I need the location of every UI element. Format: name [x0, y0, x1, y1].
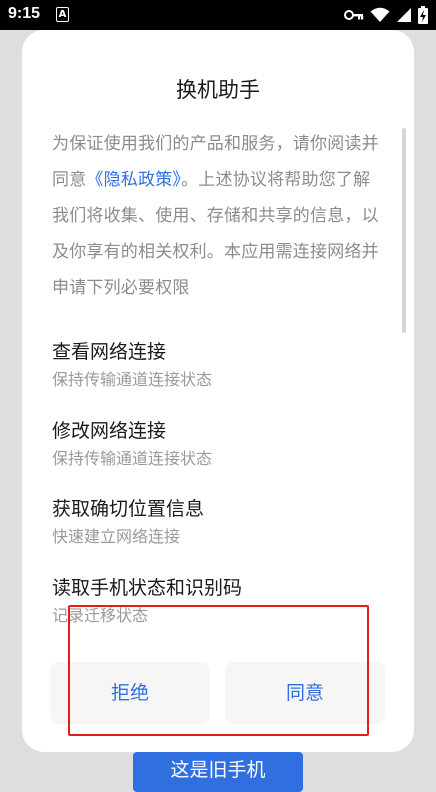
signal-icon [397, 8, 411, 22]
permission-title: 查看网络连接 [52, 341, 167, 363]
dialog-button-row: 拒绝 同意 [22, 662, 414, 724]
permission-item: 读取手机状态和识别码 记录迁移状态 [52, 574, 382, 628]
privacy-dialog: 换机助手 为保证使用我们的产品和服务，请你阅读并同意《隐私政策》。上述协议将帮助… [22, 30, 414, 752]
old-phone-button[interactable]: 这是旧手机 [133, 752, 303, 792]
intro-text: 为保证使用我们的产品和服务，请你阅读并同意《隐私政策》。上述协议将帮助您了解我们… [52, 126, 384, 306]
dialog-scroll-area[interactable]: 为保证使用我们的产品和服务，请你阅读并同意《隐私政策》。上述协议将帮助您了解我们… [22, 126, 414, 634]
battery-charging-icon [418, 6, 428, 24]
permission-desc: 保持传输通道连接状态 [52, 370, 213, 389]
permission-desc: 快速建立网络连接 [52, 527, 181, 546]
permission-title: 获取确切位置信息 [52, 498, 205, 520]
reject-button[interactable]: 拒绝 [50, 662, 210, 724]
notification-icon: A [56, 7, 69, 22]
wifi-icon [370, 7, 390, 22]
status-bar: 9:15 A [0, 0, 436, 30]
dialog-title: 换机助手 [176, 78, 260, 102]
privacy-policy-link[interactable]: 《隐私政策》 [86, 170, 181, 190]
permission-item: 修改网络连接 保持传输通道连接状态 [52, 417, 382, 471]
permission-item: 获取确切位置信息 快速建立网络连接 [52, 495, 382, 549]
permission-title: 修改网络连接 [52, 420, 167, 442]
permission-title: 读取手机状态和识别码 [52, 577, 243, 599]
agree-button[interactable]: 同意 [225, 662, 385, 724]
vpn-key-icon [344, 10, 364, 20]
status-time: 9:15 [8, 5, 41, 22]
permission-item: 查看网络连接 保持传输通道连接状态 [52, 338, 382, 392]
permission-desc: 保持传输通道连接状态 [52, 449, 213, 468]
permission-desc: 记录迁移状态 [52, 606, 149, 625]
status-icons [344, 6, 428, 24]
scrollbar[interactable] [402, 128, 406, 333]
